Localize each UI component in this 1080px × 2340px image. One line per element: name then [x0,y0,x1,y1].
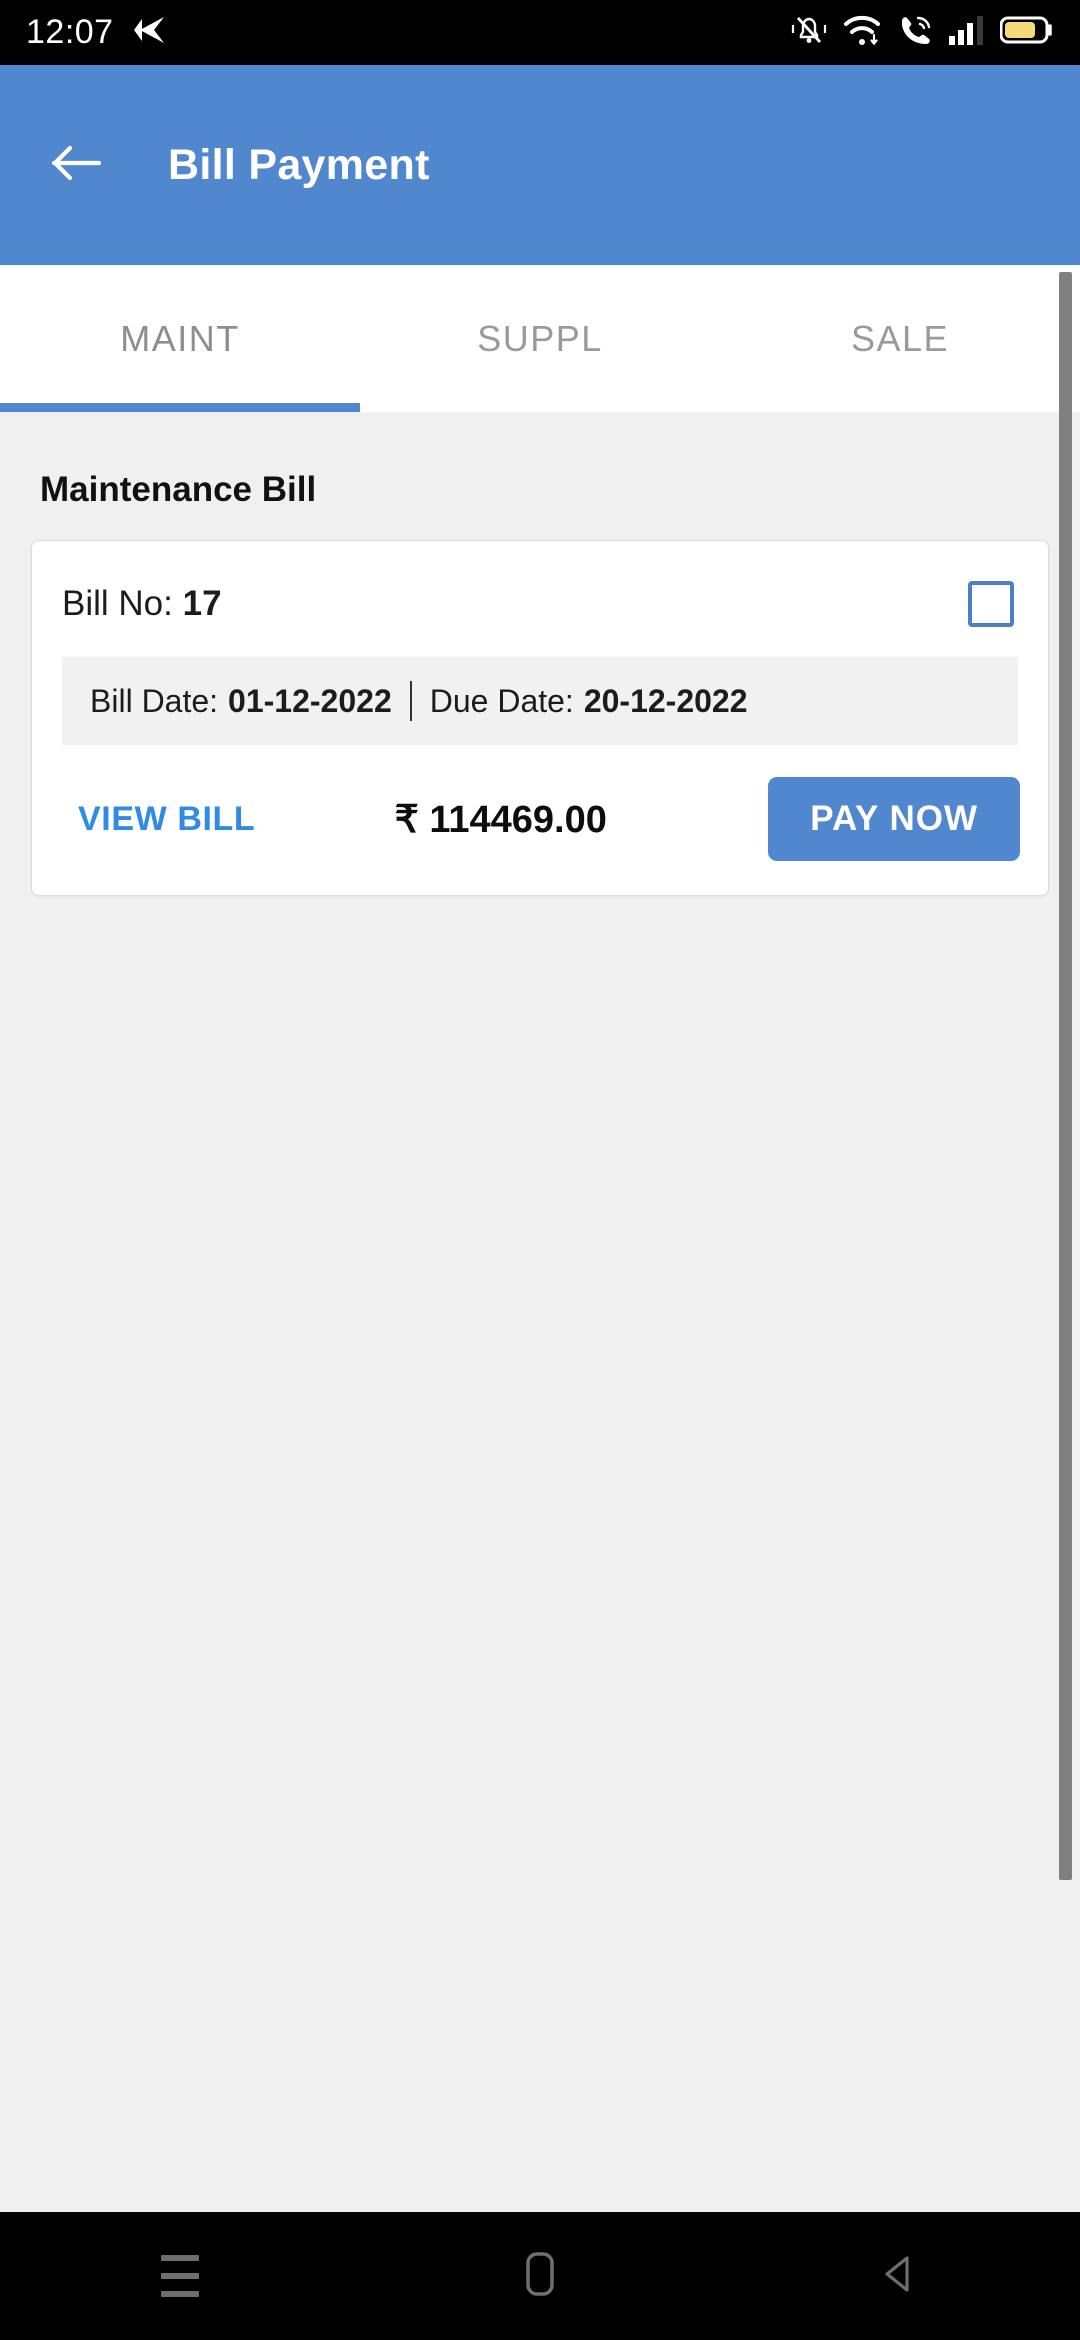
due-date-label: Due Date: [429,682,574,719]
nav-back-arrow-icon [132,15,166,50]
tab-active-indicator [0,403,360,412]
back-button[interactable] [46,134,108,196]
back-triangle-icon [877,2251,923,2302]
wifi-icon [842,12,882,53]
status-bar-left: 12:07 [26,13,166,52]
status-bar-right [790,11,1054,54]
nav-recents-button[interactable] [120,2226,240,2326]
tab-maint[interactable]: MAINT [0,265,360,412]
content-area: Maintenance Bill Bill No: 17 Bill Date: … [0,412,1080,2212]
vowifi-call-icon [896,11,934,54]
home-square-icon [518,2248,562,2305]
tab-suppl[interactable]: SUPPL [360,265,720,412]
bill-dates-strip: Bill Date: 01-12-2022 Due Date: 20-12-20… [62,657,1018,745]
tab-sale[interactable]: SALE [720,265,1080,412]
app-bar: Bill Payment [0,65,1080,265]
bill-card-header: Bill No: 17 [32,541,1048,657]
section-title: Maintenance Bill [40,470,317,509]
menu-lines-icon [161,2255,199,2297]
due-date-value: 20-12-2022 [583,682,748,719]
bill-amount: ₹ 114469.00 [394,798,607,841]
bill-date-value: 01-12-2022 [228,682,392,719]
status-bar-clock: 12:07 [26,13,114,51]
nav-back-button[interactable] [840,2226,960,2326]
battery-icon [999,15,1054,50]
tab-bar: MAINT SUPPL SALE [0,265,1080,412]
vibrate-silent-icon [790,11,828,54]
bill-no-label: Bill No: [62,584,173,623]
bill-date-label: Bill Date: [90,682,219,719]
vertical-scrollbar[interactable] [1059,272,1072,1880]
arrow-left-icon [51,142,103,189]
bill-card-actions: VIEW BILL ₹ 114469.00 PAY NOW [32,745,1048,895]
date-separator [409,681,412,721]
view-bill-link[interactable]: VIEW BILL [78,800,255,839]
bill-number: Bill No: 17 [62,584,222,624]
pay-now-button[interactable]: PAY NOW [768,777,1020,861]
page-title: Bill Payment [168,140,430,189]
phone-screen: 12:07 Bill Payment MAINT SUPPL SALE Main… [0,0,1080,2340]
status-bar: 12:07 [0,0,1080,65]
cellular-signal-icon [948,14,986,51]
nav-home-button[interactable] [480,2226,600,2326]
bill-no-value: 17 [182,584,222,623]
system-nav-bar [0,2212,1080,2340]
bill-select-checkbox[interactable] [968,581,1014,627]
bill-card: Bill No: 17 Bill Date: 01-12-2022 Due Da… [31,540,1049,896]
